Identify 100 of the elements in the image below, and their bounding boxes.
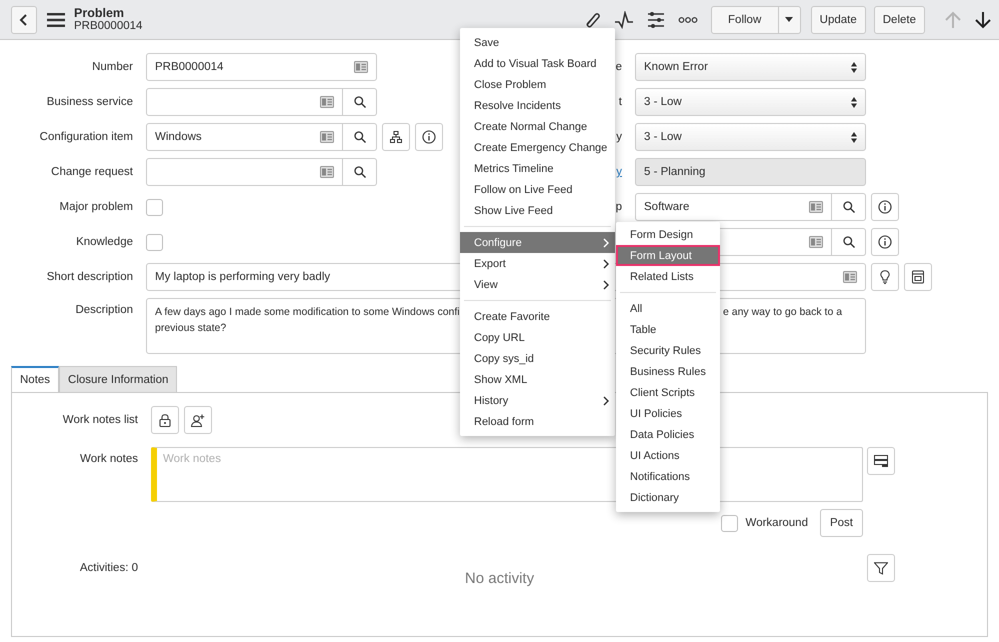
header-button[interactable]: Update <box>810 6 866 34</box>
checkbox-label: Workaround <box>746 517 808 529</box>
sliders-icon[interactable] <box>646 10 665 28</box>
checkbox[interactable] <box>720 514 738 532</box>
field-label: Description <box>74 304 133 316</box>
chevron-icon <box>603 238 609 248</box>
menu-item[interactable]: Copy sys_id <box>460 348 615 369</box>
more-icon[interactable] <box>678 16 698 24</box>
card-icon <box>320 166 334 178</box>
field-label: Work notes <box>79 453 138 465</box>
menu-item[interactable]: Form Layout <box>616 245 720 266</box>
lock-icon <box>159 414 171 426</box>
search-icon <box>354 131 366 143</box>
record-number: PRB0000014 <box>74 20 142 32</box>
stack-icon <box>874 455 888 467</box>
field-label: p <box>616 201 622 213</box>
menu-item[interactable]: Security Rules <box>616 340 720 361</box>
description-text: A few days ago I made some modification to some Windows confi <box>155 306 460 318</box>
post-button[interactable]: Post <box>820 509 863 537</box>
search-button[interactable] <box>343 123 377 151</box>
updown-icon <box>851 132 857 142</box>
menu-item[interactable]: Metrics Timeline <box>460 158 615 179</box>
expand-button[interactable] <box>867 447 895 475</box>
checkbox[interactable] <box>146 234 163 250</box>
menu-item[interactable]: Create Normal Change <box>460 116 615 137</box>
back-button[interactable] <box>11 6 37 34</box>
menu-item[interactable]: Copy URL <box>460 327 615 348</box>
info-button[interactable] <box>871 193 899 221</box>
search-button[interactable] <box>343 158 377 186</box>
menu-item[interactable]: Close Problem <box>460 74 615 95</box>
info-button[interactable] <box>871 228 899 256</box>
menu-item[interactable]: Table <box>616 319 720 340</box>
filter-button[interactable] <box>867 554 895 582</box>
reference-field[interactable] <box>146 88 343 116</box>
template-button[interactable] <box>904 263 932 291</box>
menu-item[interactable]: Notifications <box>616 466 720 487</box>
search-button[interactable] <box>343 88 377 116</box>
text-field[interactable]: PRB0000014 <box>146 53 377 81</box>
menu-item[interactable]: Related Lists <box>616 266 720 287</box>
field-label-link[interactable]: y <box>616 166 622 178</box>
field-label: y <box>616 131 622 143</box>
menu-item[interactable]: Follow on Live Feed <box>460 179 615 200</box>
reference-field[interactable] <box>146 158 343 186</box>
menu-item[interactable]: Create Favorite <box>460 306 615 327</box>
activities-count: Activities: 0 <box>78 562 138 574</box>
caret-icon <box>785 17 794 22</box>
menu-item[interactable]: All <box>616 298 720 319</box>
select-field[interactable]: 3 - Low <box>635 88 866 116</box>
menu-item[interactable]: Client Scripts <box>616 382 720 403</box>
search-button[interactable] <box>832 193 866 221</box>
chevron-icon <box>603 258 609 268</box>
menu-item[interactable]: Show Live Feed <box>460 200 615 221</box>
chevron-icon <box>603 396 609 406</box>
reference-field[interactable]: Windows <box>146 123 343 151</box>
menu-item[interactable]: Business Rules <box>616 361 720 382</box>
field-label: t <box>618 96 622 108</box>
menu-item[interactable]: Data Policies <box>616 424 720 445</box>
field-label: Work notes list <box>62 414 138 426</box>
menu-item[interactable]: Add to Visual Task Board <box>460 53 615 74</box>
menu-item[interactable]: UI Policies <box>616 403 720 424</box>
updown-icon <box>851 62 857 72</box>
menu-item[interactable]: Show XML <box>460 369 615 390</box>
menu-item[interactable]: UI Actions <box>616 445 720 466</box>
updown-icon <box>851 96 857 108</box>
menu-item[interactable]: View <box>460 274 615 295</box>
dropdown-button[interactable] <box>778 6 801 34</box>
card-icon <box>843 271 857 283</box>
lock-button[interactable] <box>151 406 179 434</box>
reference-field[interactable]: Software <box>635 193 832 221</box>
menu-icon[interactable] <box>47 12 65 26</box>
field-label: Knowledge <box>75 236 133 248</box>
pulse-icon[interactable] <box>614 10 634 28</box>
header-button[interactable]: Delete <box>874 6 925 34</box>
down-arrow-icon[interactable] <box>975 10 991 28</box>
search-button[interactable] <box>832 228 866 256</box>
suggestion-button[interactable] <box>871 263 899 291</box>
menu-item[interactable]: Reload form <box>460 411 615 432</box>
menu-item[interactable]: History <box>460 390 615 411</box>
menu-item[interactable]: Export <box>460 253 615 274</box>
select-field[interactable]: 3 - Low <box>635 123 866 151</box>
info-icon <box>878 200 892 214</box>
info-button[interactable] <box>415 123 443 151</box>
tab[interactable]: Notes <box>11 366 60 392</box>
field-label: Number <box>91 61 133 73</box>
tab[interactable]: Closure Information <box>59 366 178 392</box>
menu-item[interactable]: Create Emergency Change <box>460 137 615 158</box>
hierarchy-button[interactable] <box>382 123 410 151</box>
info-icon <box>878 235 892 249</box>
select-field[interactable]: Known Error <box>635 53 866 81</box>
search-icon <box>842 236 854 248</box>
description-text: e any way to go back to a <box>723 306 842 318</box>
menu-item[interactable]: Form Design <box>616 224 720 245</box>
menu-item[interactable]: Resolve Incidents <box>460 95 615 116</box>
lightbulb-icon <box>880 270 890 284</box>
menu-item[interactable]: Configure <box>460 232 615 253</box>
menu-item[interactable]: Save <box>460 32 615 53</box>
add-user-button[interactable] <box>184 406 212 434</box>
field-label: Short description <box>46 271 133 283</box>
follow-button[interactable]: Follow <box>710 6 779 34</box>
checkbox[interactable] <box>146 198 163 216</box>
